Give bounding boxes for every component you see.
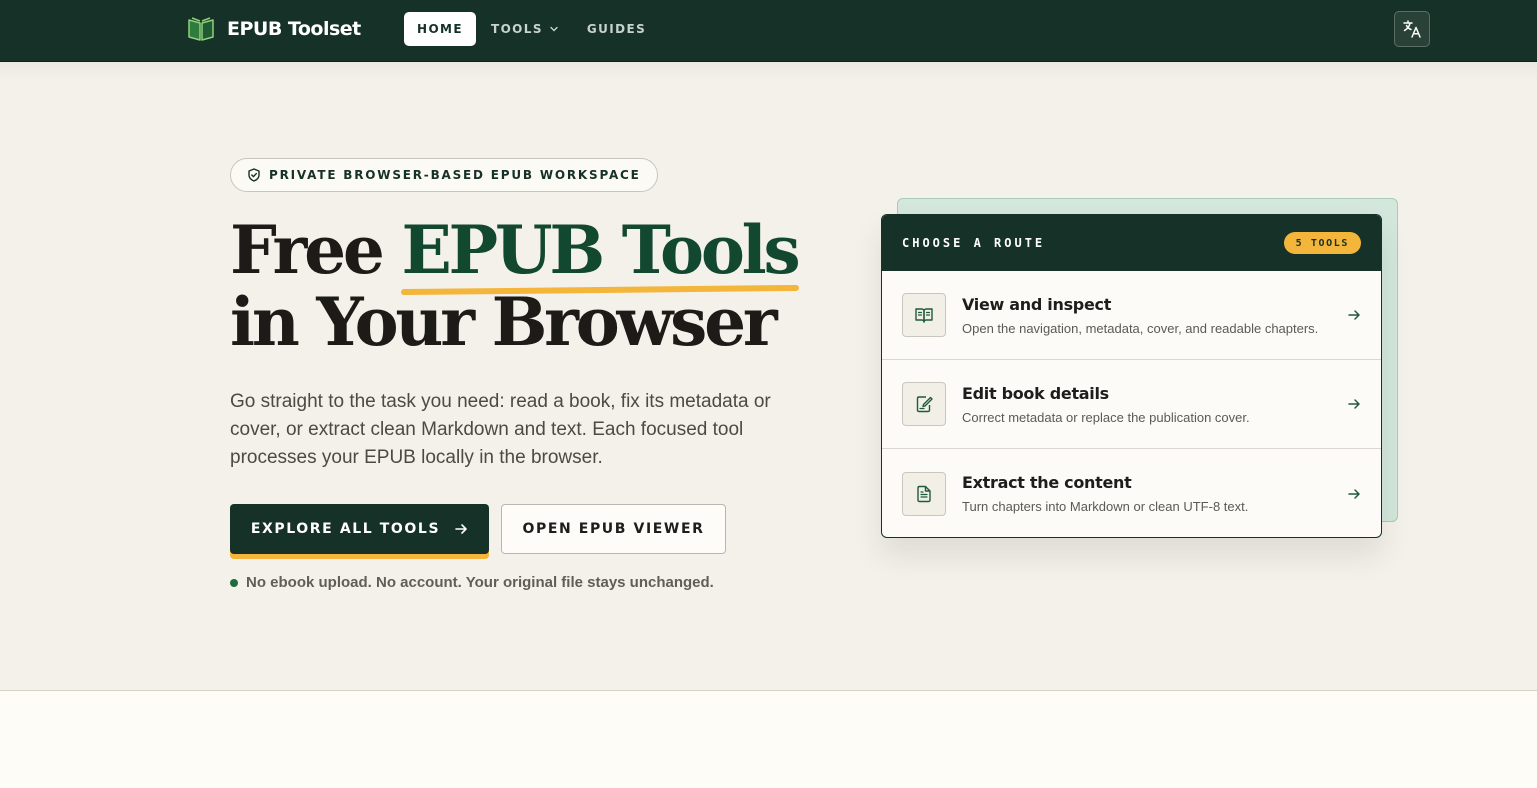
route-card: CHOOSE A ROUTE 5 TOOLS View and inspect … [881, 214, 1382, 538]
open-epub-viewer-button[interactable]: OPEN EPUB VIEWER [501, 504, 726, 554]
route-extract-the-content[interactable]: Extract the content Turn chapters into M… [882, 449, 1381, 537]
route-icon-container [902, 382, 946, 426]
route-title: Extract the content [962, 473, 1132, 492]
route-description: Correct metadata or replace the publicat… [962, 409, 1250, 425]
privacy-note-text: No ebook upload. No account. Your origin… [246, 574, 714, 591]
arrow-right-icon [1348, 310, 1360, 320]
tools-count-text: 5 TOOLS [1295, 237, 1349, 249]
open-book-icon [188, 17, 214, 41]
top-navigation-bar: EPUB Toolset HOME TOOLS GUIDES [0, 0, 1537, 62]
privacy-note: No ebook upload. No account. Your origin… [230, 574, 714, 591]
route-card-title: CHOOSE A ROUTE [902, 236, 1046, 250]
nav-guides-label: GUIDES [586, 22, 647, 36]
next-section [0, 690, 1537, 788]
hero-description: Go straight to the task you need: read a… [230, 391, 771, 468]
route-title: View and inspect [962, 294, 1112, 314]
arrow-right-icon [455, 524, 467, 534]
language-switcher-button[interactable] [1394, 11, 1430, 47]
edit-document-icon [916, 396, 933, 413]
route-title: Edit book details [962, 383, 1109, 403]
tools-count-badge: 5 TOOLS [1283, 232, 1361, 254]
page-title: Free EPUB Tools in Your Browser [230, 211, 801, 361]
headline-accent: EPUB Tools [401, 211, 800, 289]
brand-link[interactable]: EPUB Toolset [187, 16, 361, 42]
route-view-and-inspect[interactable]: View and inspect Open the navigation, me… [882, 271, 1381, 360]
shield-check-icon [248, 168, 260, 182]
route-card-header: CHOOSE A ROUTE 5 TOOLS [882, 215, 1381, 271]
nav-home-label: HOME [417, 22, 463, 36]
book-open-icon [915, 308, 933, 323]
hero-section: PRIVATE BROWSER-BASED EPUB WORKSPACE Fre… [0, 62, 1537, 690]
nav-home[interactable]: HOME [404, 12, 476, 46]
headline-line2: in Your Browser [230, 283, 778, 361]
brand-name: EPUB Toolset [227, 18, 361, 40]
main-nav: HOME TOOLS GUIDES [404, 12, 659, 46]
route-edit-book-details[interactable]: Edit book details Correct metadata or re… [882, 360, 1381, 449]
privacy-badge-text: PRIVATE BROWSER-BASED EPUB WORKSPACE [269, 168, 641, 182]
explore-all-tools-button[interactable]: EXPLORE ALL TOOLS [230, 504, 489, 554]
nav-tools-label: TOOLS [490, 22, 543, 36]
nav-tools-dropdown[interactable]: TOOLS [478, 12, 572, 46]
route-description: Open the navigation, metadata, cover, an… [962, 320, 1319, 336]
arrow-right-icon [1348, 399, 1360, 409]
privacy-badge: PRIVATE BROWSER-BASED EPUB WORKSPACE [230, 158, 658, 192]
route-text: View and inspect Open the navigation, me… [962, 295, 1347, 336]
route-text: Edit book details Correct metadata or re… [962, 384, 1347, 425]
route-description: Turn chapters into Markdown or clean UTF… [962, 499, 1249, 514]
file-text-icon [917, 485, 931, 502]
translate-icon [1403, 20, 1421, 38]
headline-part1: Free [230, 211, 402, 289]
nav-guides[interactable]: GUIDES [574, 12, 659, 46]
arrow-right-icon [1348, 488, 1360, 499]
explore-all-tools-label: EXPLORE ALL TOOLS [250, 521, 441, 537]
open-epub-viewer-label: OPEN EPUB VIEWER [522, 521, 705, 537]
chevron-down-icon [550, 26, 558, 32]
route-icon-container [902, 293, 946, 337]
status-dot [230, 578, 238, 587]
route-icon-container [902, 471, 946, 516]
route-text: Extract the content Turn chapters into M… [962, 473, 1347, 514]
